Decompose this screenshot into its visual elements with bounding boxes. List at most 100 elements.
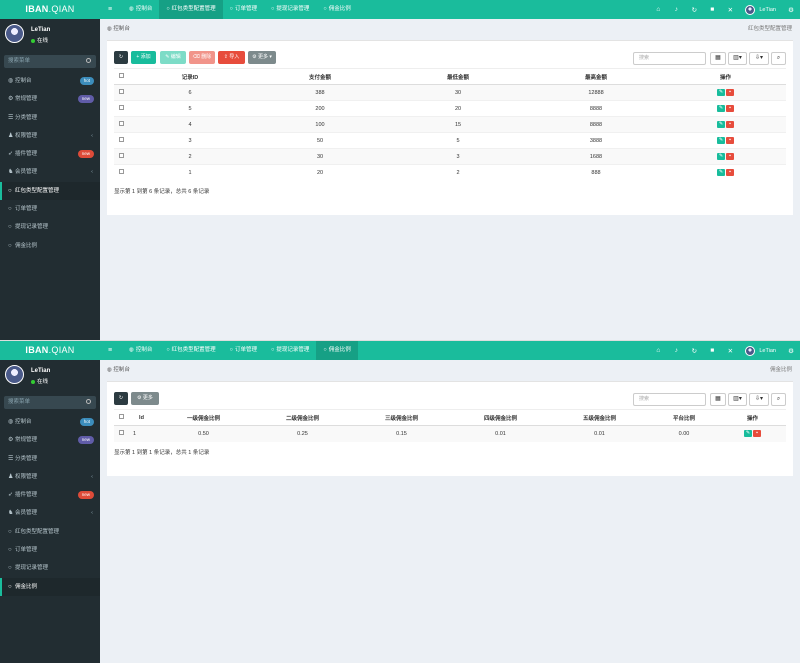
settings-icon[interactable]: ⚙ bbox=[782, 6, 800, 14]
sidebar-item-member[interactable]: ♞ 会员管理 ‹ bbox=[0, 504, 100, 522]
refresh-button[interactable]: ↻ bbox=[114, 51, 128, 64]
table-search-input[interactable]: 搜索 bbox=[633, 393, 706, 406]
sidebar-item-commission[interactable]: ○ 佣金比例 bbox=[0, 237, 100, 255]
sidebar-item-commission[interactable]: ○ 佣金比例 bbox=[0, 577, 100, 596]
sidebar-item-red-packet-config[interactable]: ○ 红包类型配置管理 bbox=[0, 181, 100, 201]
column-header[interactable]: 三级佣金比例 bbox=[352, 409, 451, 426]
toggle-view-button[interactable]: ▦ bbox=[710, 393, 726, 406]
column-header[interactable]: 记录ID bbox=[129, 68, 251, 85]
select-all-checkbox[interactable] bbox=[119, 414, 124, 419]
trash-icon[interactable]: ■ bbox=[703, 347, 721, 354]
column-header[interactable]: 四级佣金比例 bbox=[451, 409, 550, 426]
row-checkbox[interactable] bbox=[119, 430, 124, 436]
sidebar-item-auth[interactable]: ♟ 权限管理 ‹ bbox=[0, 468, 100, 486]
delete-icon[interactable]: ▪ bbox=[753, 430, 761, 438]
edit-icon[interactable]: ✎ bbox=[717, 137, 725, 144]
column-header[interactable]: 二级佣金比例 bbox=[253, 409, 352, 426]
delete-icon[interactable]: ▪ bbox=[726, 137, 734, 144]
bell-icon[interactable]: ♪ bbox=[667, 347, 685, 354]
delete-icon[interactable]: ▪ bbox=[726, 153, 734, 160]
sidebar-item-category[interactable]: ☰ 分类管理 bbox=[0, 450, 100, 468]
import-button[interactable]: ⇪ 导入 bbox=[218, 51, 245, 64]
columns-button[interactable]: ▥▾ bbox=[728, 52, 747, 65]
tab-commission[interactable]: ○ 佣金比例 bbox=[316, 0, 357, 19]
sidebar-item-orders[interactable]: ○ 订单管理 bbox=[0, 541, 100, 559]
table-row[interactable]: 2 30 3 1688 ✎ ▪ bbox=[114, 148, 786, 165]
column-header[interactable]: 支付金额 bbox=[251, 68, 389, 85]
columns-button[interactable]: ▥▾ bbox=[728, 393, 747, 406]
row-checkbox-cell[interactable] bbox=[114, 425, 129, 442]
select-all-checkbox-cell[interactable] bbox=[114, 409, 129, 426]
edit-icon[interactable]: ✎ bbox=[717, 153, 725, 160]
table-search-input[interactable]: 搜索 bbox=[633, 52, 706, 65]
delete-button[interactable]: ⌫ 删除 bbox=[189, 51, 215, 64]
refresh-button[interactable]: ↻ bbox=[114, 392, 128, 405]
edit-icon[interactable]: ✎ bbox=[717, 169, 725, 177]
row-checkbox[interactable] bbox=[119, 105, 124, 110]
row-checkbox-cell[interactable] bbox=[114, 132, 129, 149]
select-all-checkbox-cell[interactable] bbox=[114, 68, 129, 85]
delete-icon[interactable]: ▪ bbox=[726, 121, 734, 128]
tab-dashboard[interactable]: ◍ 控制台 bbox=[122, 0, 159, 19]
row-checkbox-cell[interactable] bbox=[114, 100, 129, 117]
home-icon[interactable]: ⌂ bbox=[649, 6, 667, 13]
settings-icon[interactable]: ⚙ bbox=[782, 347, 800, 355]
sidebar-item-general[interactable]: ⚙ 常规管理 new bbox=[0, 90, 100, 108]
sidebar-item-auth[interactable]: ♟ 权限管理 ‹ bbox=[0, 127, 100, 145]
common-search-button[interactable]: ⌕ bbox=[771, 52, 786, 65]
sidebar-item-dashboard[interactable]: ◍ 控制台 hot bbox=[0, 72, 100, 90]
export-button[interactable]: ⇩▾ bbox=[749, 52, 769, 65]
table-row[interactable]: 3 50 5 3888 ✎ ▪ bbox=[114, 132, 786, 149]
column-header[interactable]: 一级佣金比例 bbox=[154, 409, 253, 426]
row-checkbox-cell[interactable] bbox=[114, 84, 129, 101]
sidebar-item-withdraw[interactable]: ○ 提现记录管理 bbox=[0, 218, 100, 236]
row-checkbox-cell[interactable] bbox=[114, 164, 129, 181]
refresh-icon[interactable]: ↻ bbox=[685, 6, 703, 14]
export-button[interactable]: ⇩▾ bbox=[749, 393, 769, 406]
edit-icon[interactable]: ✎ bbox=[744, 430, 752, 438]
bell-icon[interactable]: ♪ bbox=[667, 6, 685, 13]
row-checkbox[interactable] bbox=[119, 89, 124, 94]
tab-commission[interactable]: ○ 佣金比例 bbox=[316, 341, 358, 360]
row-checkbox[interactable] bbox=[119, 153, 124, 158]
sidebar-item-plugin[interactable]: ➶ 插件管理 new bbox=[0, 145, 100, 163]
sidebar-item-orders[interactable]: ○ 订单管理 bbox=[0, 200, 100, 218]
column-header[interactable]: Id bbox=[129, 409, 154, 426]
select-all-checkbox[interactable] bbox=[119, 73, 124, 78]
home-icon[interactable]: ⌂ bbox=[649, 347, 667, 354]
fullscreen-icon[interactable]: ✕ bbox=[721, 6, 739, 14]
column-header[interactable]: 平台比例 bbox=[649, 409, 719, 426]
sidebar-search-input[interactable]: 搜索菜单 bbox=[4, 55, 96, 68]
sidebar-item-plugin[interactable]: ➶ 插件管理 new bbox=[0, 486, 100, 504]
menu-toggle-icon[interactable]: ≡ bbox=[108, 0, 112, 19]
trash-icon[interactable]: ■ bbox=[703, 6, 721, 13]
tab-orders[interactable]: ○ 订单管理 bbox=[223, 341, 264, 360]
table-row[interactable]: 1 0.50 0.25 0.15 0.01 0.01 0.00 ✎ ▪ bbox=[114, 425, 786, 442]
row-checkbox[interactable] bbox=[119, 137, 124, 142]
sidebar-item-withdraw[interactable]: ○ 提现记录管理 bbox=[0, 559, 100, 577]
tab-dashboard[interactable]: ◍ 控制台 bbox=[122, 341, 159, 360]
edit-icon[interactable]: ✎ bbox=[717, 121, 725, 128]
logo[interactable]: IBAN.QIAN bbox=[0, 341, 100, 360]
table-row[interactable]: 5 200 20 8888 ✎ ▪ bbox=[114, 100, 786, 117]
breadcrumb-home[interactable]: 控制台 bbox=[113, 26, 130, 32]
table-row[interactable]: 1 20 2 888 ✎ ▪ bbox=[114, 164, 786, 181]
row-checkbox-cell[interactable] bbox=[114, 148, 129, 165]
sidebar-item-member[interactable]: ♞ 会员管理 ‹ bbox=[0, 163, 100, 181]
more-button[interactable]: ⚙ 更多 bbox=[131, 392, 159, 405]
column-header[interactable]: 最低金额 bbox=[389, 68, 527, 85]
navbar-username[interactable]: LeTian bbox=[759, 7, 776, 13]
tab-withdraw[interactable]: ○ 提现记录管理 bbox=[264, 0, 316, 19]
tab-orders[interactable]: ○ 订单管理 bbox=[223, 0, 264, 19]
menu-toggle-icon[interactable]: ≡ bbox=[108, 341, 112, 360]
sidebar-search-input[interactable]: 搜索菜单 bbox=[4, 396, 96, 409]
sidebar-item-red-packet-config[interactable]: ○ 红包类型配置管理 bbox=[0, 523, 100, 541]
edit-icon[interactable]: ✎ bbox=[717, 89, 725, 96]
sidebar-item-general[interactable]: ⚙ 常规管理 new bbox=[0, 431, 100, 449]
edit-icon[interactable]: ✎ bbox=[717, 105, 725, 112]
fullscreen-icon[interactable]: ✕ bbox=[721, 347, 739, 355]
toggle-view-button[interactable]: ▦ bbox=[710, 52, 726, 65]
sidebar-item-dashboard[interactable]: ◍ 控制台 hot bbox=[0, 413, 100, 431]
column-header[interactable]: 五级佣金比例 bbox=[550, 409, 649, 426]
logo[interactable]: IBAN.QIAN bbox=[0, 0, 100, 19]
